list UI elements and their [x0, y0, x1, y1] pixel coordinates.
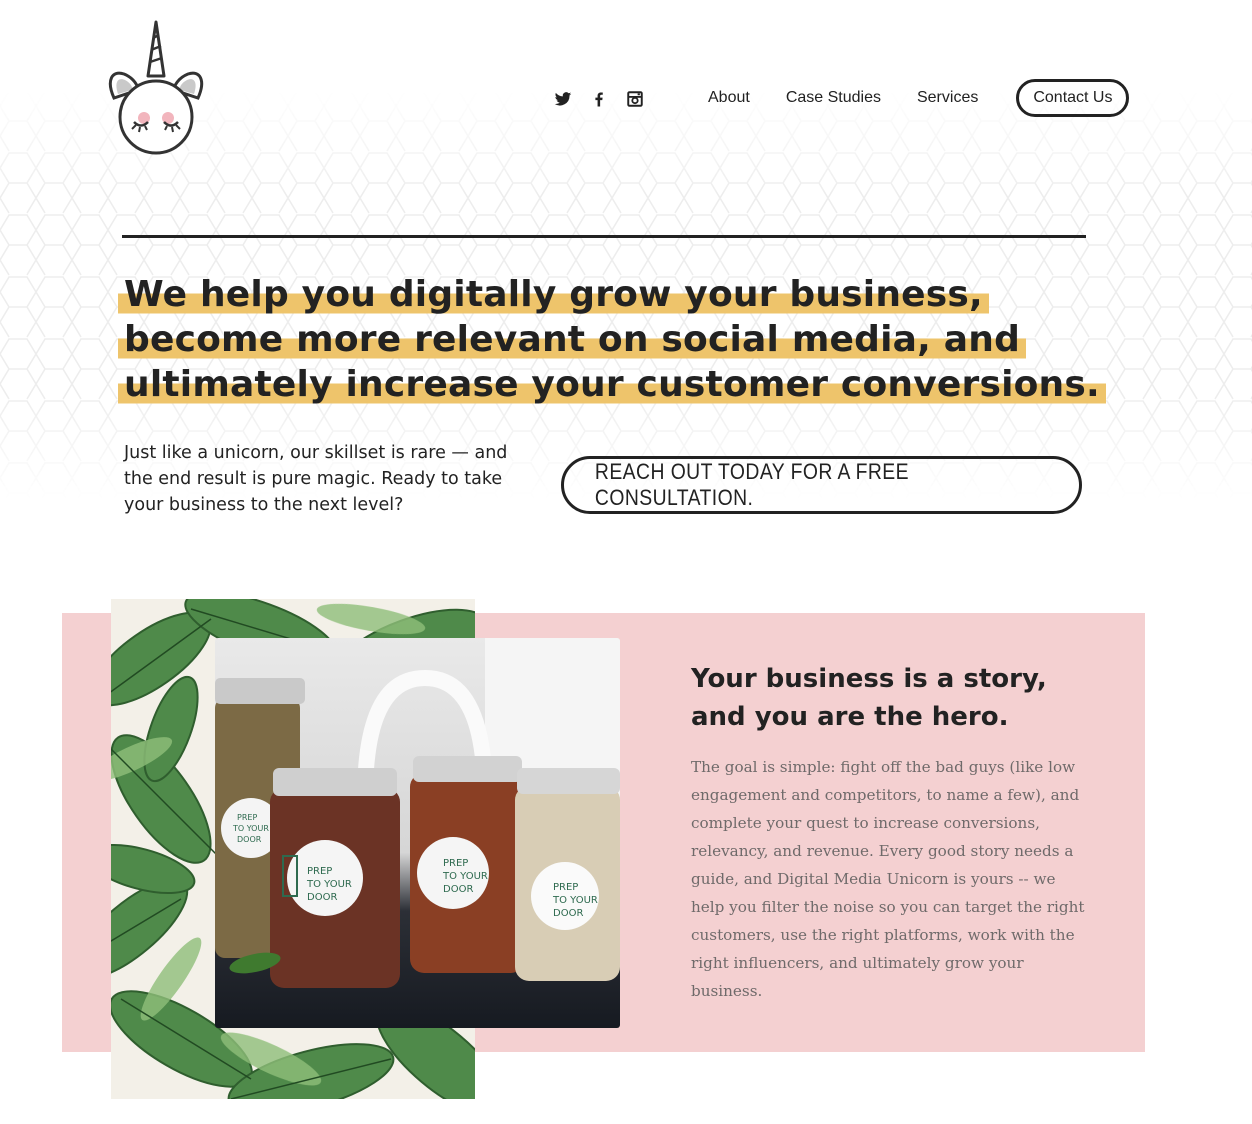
main-nav: About Case Studies Services Contact Us: [690, 79, 1130, 117]
free-consultation-button[interactable]: REACH OUT TODAY FOR A FREE CONSULTATION.: [561, 456, 1082, 514]
jar-label-text: TO YOUR: [306, 879, 352, 890]
hero-intro-text: Just like a unicorn, our skillset is rar…: [124, 443, 508, 515]
story-body-text: The goal is simple: fight off the bad gu…: [691, 758, 1085, 1000]
contact-us-button[interactable]: Contact Us: [1016, 79, 1130, 117]
instagram-icon[interactable]: [626, 90, 644, 108]
social-links: [554, 90, 644, 108]
jar-label-text: PREP: [307, 866, 332, 877]
prep-jars-photo: PREP TO YOUR DOOR PREP TO YOUR DOOR PREP…: [215, 638, 620, 1028]
headline-line: become more relevant on social media, an…: [118, 317, 1106, 362]
divider-rule: [122, 235, 1086, 238]
story-section: Your business is a story, and you are th…: [691, 660, 1091, 1005]
jar-label-text: TO YOUR: [442, 871, 488, 882]
jar-label-text: TO YOUR: [232, 824, 269, 833]
headline-line: ultimately increase your customer conver…: [118, 362, 1106, 407]
unicorn-logo-icon[interactable]: [104, 18, 208, 158]
jar-label-text: DOOR: [443, 884, 473, 895]
jar-label-text: DOOR: [237, 835, 262, 844]
jar-label-text: PREP: [237, 813, 257, 822]
cta-label: REACH OUT TODAY FOR A FREE CONSULTATION.: [594, 459, 910, 510]
nav-case-studies[interactable]: Case Studies: [768, 89, 899, 107]
story-title: Your business is a story, and you are th…: [691, 664, 1047, 732]
jar-label-text: TO YOUR: [552, 895, 598, 906]
hero-headline: We help you digitally grow your business…: [118, 272, 1106, 407]
nav-about[interactable]: About: [690, 89, 768, 107]
jar-label-text: DOOR: [553, 908, 583, 919]
jar-label-text: PREP: [553, 882, 578, 893]
twitter-icon[interactable]: [554, 90, 572, 108]
nav-services[interactable]: Services: [899, 89, 996, 107]
jar-label-text: DOOR: [307, 892, 337, 903]
headline-line: We help you digitally grow your business…: [118, 272, 1106, 317]
facebook-icon[interactable]: [590, 90, 608, 108]
jar-label-text: PREP: [443, 858, 468, 869]
